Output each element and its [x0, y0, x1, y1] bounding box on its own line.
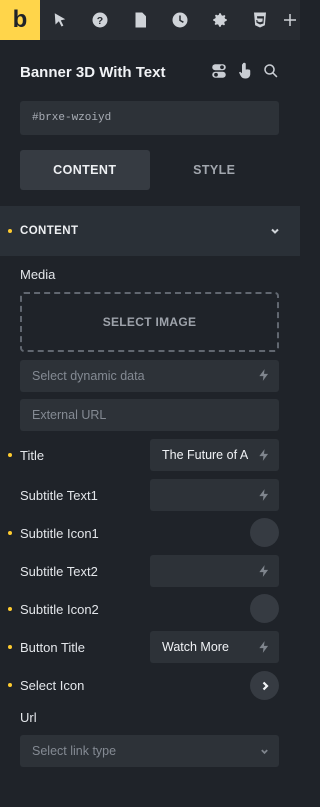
- content-section-header[interactable]: CONTENT: [0, 206, 300, 256]
- add-icon[interactable]: [280, 0, 300, 40]
- url-label: Url: [20, 710, 37, 725]
- link-type-placeholder: Select link type: [32, 744, 117, 758]
- external-url-input[interactable]: External URL: [20, 399, 279, 431]
- tab-style[interactable]: STYLE: [150, 150, 280, 190]
- button-title-input[interactable]: Watch More: [150, 631, 279, 663]
- page-icon[interactable]: [120, 0, 160, 40]
- modified-indicator: [8, 645, 12, 649]
- dynamic-data-placeholder: Select dynamic data: [32, 369, 145, 383]
- modified-indicator: [8, 531, 12, 535]
- modified-indicator: [8, 683, 12, 687]
- subtitle-icon2-label: Subtitle Icon2: [20, 602, 99, 617]
- page-title: Banner 3D With Text: [20, 63, 166, 81]
- media-label: Media: [20, 267, 56, 282]
- bolt-icon[interactable]: [257, 640, 271, 657]
- bolt-icon[interactable]: [257, 564, 271, 581]
- subtitle-text2-input[interactable]: [150, 555, 279, 587]
- link-type-select[interactable]: Select link type: [20, 735, 279, 767]
- modified-indicator: [8, 453, 12, 457]
- chevron-right-icon: [262, 681, 269, 690]
- title-input[interactable]: The Future of A: [150, 439, 279, 471]
- chevron-down-icon[interactable]: [270, 224, 280, 239]
- element-id-field[interactable]: #brxe-wzoiyd: [20, 101, 279, 135]
- help-icon[interactable]: ?: [80, 0, 120, 40]
- modified-indicator: [8, 229, 12, 233]
- section-label: CONTENT: [20, 225, 79, 237]
- subtitle-icon1-picker[interactable]: [250, 518, 279, 547]
- subtitle-icon1-label: Subtitle Icon1: [20, 526, 99, 541]
- search-icon[interactable]: [262, 62, 280, 83]
- button-title-label: Button Title: [20, 640, 86, 655]
- button-title-value: Watch More: [162, 640, 229, 654]
- modified-indicator: [8, 607, 12, 611]
- bolt-icon[interactable]: [257, 368, 271, 385]
- select-icon-label: Select Icon: [20, 678, 85, 693]
- element-header: Banner 3D With Text: [20, 58, 280, 86]
- svg-text:?: ?: [97, 15, 103, 27]
- title-value: The Future of A: [162, 448, 249, 462]
- subtitle-text1-label: Subtitle Text1: [20, 488, 98, 503]
- bolt-icon[interactable]: [257, 448, 271, 465]
- title-label: Title: [20, 448, 45, 463]
- subtitle-text2-label: Subtitle Text2: [20, 564, 98, 579]
- tab-content[interactable]: CONTENT: [20, 150, 150, 190]
- logo-button[interactable]: b: [0, 0, 40, 40]
- select-icon-picker[interactable]: [250, 671, 279, 700]
- top-toolbar: b ?: [0, 0, 300, 40]
- settings-icon[interactable]: [200, 0, 240, 40]
- pointer-hand-icon[interactable]: [236, 62, 254, 83]
- chevron-down-icon: [260, 745, 269, 759]
- bolt-icon[interactable]: [257, 488, 271, 505]
- subtitle-text1-input[interactable]: [150, 479, 279, 511]
- select-image-button[interactable]: SELECT IMAGE: [20, 292, 279, 352]
- panel-tabs: CONTENT STYLE: [20, 150, 279, 190]
- history-icon[interactable]: [160, 0, 200, 40]
- dynamic-data-input[interactable]: Select dynamic data: [20, 360, 279, 392]
- external-url-placeholder: External URL: [32, 408, 107, 422]
- subtitle-icon2-picker[interactable]: [250, 594, 279, 623]
- cursor-icon[interactable]: [40, 0, 80, 40]
- toggle-icon[interactable]: [210, 62, 228, 83]
- html5-icon[interactable]: [240, 0, 280, 40]
